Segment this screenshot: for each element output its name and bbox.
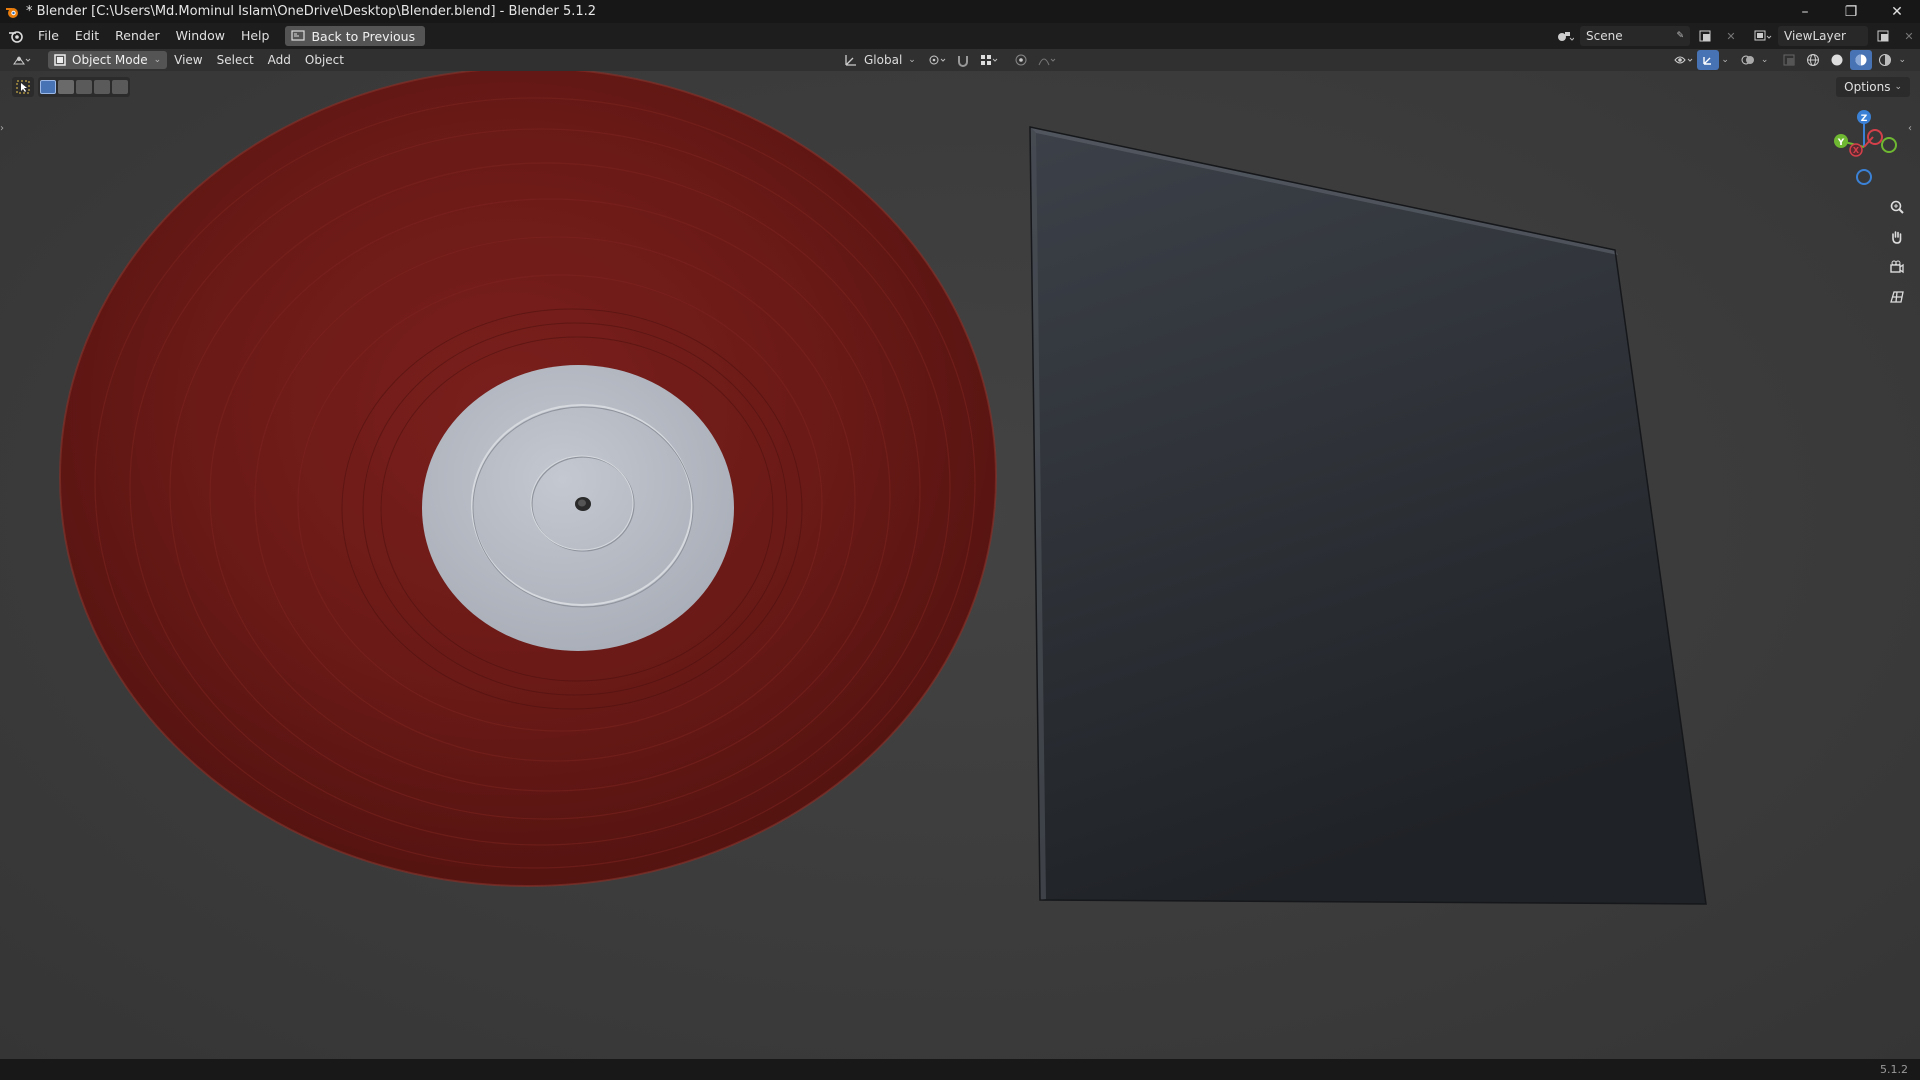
status-bar: 5.1.2 [0,1059,1920,1080]
x-axis-label: X [1853,146,1860,155]
options-dropdown[interactable]: Options ⌄ [1836,77,1910,97]
transform-tools: Global ⌄ [838,49,1058,71]
scene-render [59,71,1707,905]
wireframe-shading-icon[interactable] [1802,50,1824,70]
orientation-icon [845,55,856,66]
falloff-icon[interactable] [1036,50,1058,70]
select-intersect-icon[interactable] [112,80,128,94]
y-axis-label: Y [1837,138,1845,148]
gizmo-toggle-icon[interactable] [1697,50,1720,70]
viewport-navigation [1884,195,1910,309]
select-tool-icon[interactable] [12,77,34,97]
object-mode-icon [54,54,66,66]
scene-name: Scene [1586,29,1623,43]
rendered-shading-icon[interactable] [1874,50,1896,70]
vinyl-record[interactable] [59,71,997,887]
header-menu-add[interactable]: Add [261,53,298,67]
object-mode-label: Object Mode [72,53,148,67]
pin-icon[interactable]: ✎ [1676,31,1684,41]
chevron-down-icon[interactable]: ⌄ [1721,55,1729,65]
z-axis-label: Z [1861,114,1868,124]
window-controls: – ❐ ✕ [1782,0,1920,23]
transform-orientation-select[interactable]: Global ⌄ [838,50,922,70]
toolbar-expand-arrow[interactable]: › [0,123,10,137]
menu-render[interactable]: Render [107,26,168,46]
editor-type-icon[interactable] [10,50,32,70]
xray-toggle-icon[interactable] [1778,50,1800,70]
minimize-button[interactable]: – [1782,0,1828,23]
chevron-down-icon[interactable]: ⌄ [1898,55,1906,65]
pan-hand-icon[interactable] [1884,225,1910,249]
solid-shading-icon[interactable] [1826,50,1848,70]
maximize-button[interactable]: ❐ [1828,0,1874,23]
back-to-previous-label: Back to Previous [311,28,416,44]
select-subtract-icon[interactable] [76,80,92,94]
view-layer-field[interactable]: ViewLayer [1778,26,1868,46]
neg-z-axis-handle[interactable] [1856,169,1872,185]
material-preview-shading-icon[interactable] [1850,50,1873,70]
delete-scene-icon[interactable]: ✕ [1720,26,1742,46]
select-new-icon[interactable] [40,80,56,94]
blender-menu-icon[interactable] [2,23,30,49]
top-menu-bar: File Edit Render Window Help Back to Pre… [0,23,1920,49]
viewport-display-tools: ⌄ ⌄ ⌄ [1673,49,1906,71]
overlays-icon[interactable] [1737,50,1759,70]
back-to-previous-button[interactable]: Back to Previous [285,26,426,46]
blender-app-icon [6,7,18,18]
zoom-icon[interactable] [1884,195,1910,219]
scene-name-field[interactable]: Scene ✎ [1580,26,1690,46]
navigation-gizmo[interactable]: Z Y X [1826,107,1898,187]
object-mode-select[interactable]: Object Mode ⌄ [48,51,168,69]
screen-icon [291,30,306,41]
snap-target-icon[interactable] [978,50,1000,70]
transform-orientation-label: Global [864,53,903,67]
scene-selector-group: Scene ✎ ✕ ViewLayer ✕ [1554,23,1920,49]
chevron-down-icon: ⌄ [1894,82,1902,92]
sidebar-expand-arrow[interactable]: ‹ [1908,123,1918,137]
record-sleeve[interactable] [1029,126,1707,905]
tool-settings [12,77,130,97]
snap-toggle-icon[interactable] [952,50,974,70]
menu-help[interactable]: Help [233,26,278,46]
3d-viewport[interactable]: › ‹ Options ⌄ Z Y X [0,71,1920,1059]
chevron-down-icon: ⌄ [908,55,916,65]
header-menu-view[interactable]: View [167,53,209,67]
x-axis-handle[interactable] [1867,129,1883,145]
chevron-down-icon: ⌄ [153,55,162,65]
menu-window[interactable]: Window [168,26,233,46]
delete-view-layer-icon[interactable]: ✕ [1898,26,1920,46]
pivot-point-icon[interactable] [926,50,948,70]
title-bar: * Blender [C:\Users\Md.Mominul Islam\One… [0,0,1920,23]
new-scene-icon[interactable] [1694,26,1716,46]
version-label: 5.1.2 [1880,1063,1908,1076]
menu-edit[interactable]: Edit [67,26,107,46]
options-label: Options [1844,80,1891,94]
viewport-header: Object Mode ⌄ View Select Add Object Glo… [0,49,1920,71]
header-menu-object[interactable]: Object [298,53,351,67]
menu-file[interactable]: File [30,26,67,46]
select-extend-icon[interactable] [58,80,74,94]
scene-type-icon[interactable] [1554,26,1576,46]
header-menu-select[interactable]: Select [210,53,261,67]
selection-mode-group [38,77,130,97]
new-view-layer-icon[interactable] [1872,26,1894,46]
window-title: * Blender [C:\Users\Md.Mominul Islam\One… [26,4,597,19]
camera-view-icon[interactable] [1884,255,1910,279]
ortho-grid-icon[interactable] [1884,285,1910,309]
view-layer-name: ViewLayer [1784,29,1846,43]
visibility-icon[interactable] [1673,50,1695,70]
chevron-down-icon[interactable]: ⌄ [1761,55,1769,65]
neg-y-axis-handle[interactable] [1881,137,1897,153]
proportional-edit-icon[interactable] [1010,50,1032,70]
select-invert-icon[interactable] [94,80,110,94]
view-layer-icon[interactable] [1752,26,1774,46]
close-button[interactable]: ✕ [1874,0,1920,23]
